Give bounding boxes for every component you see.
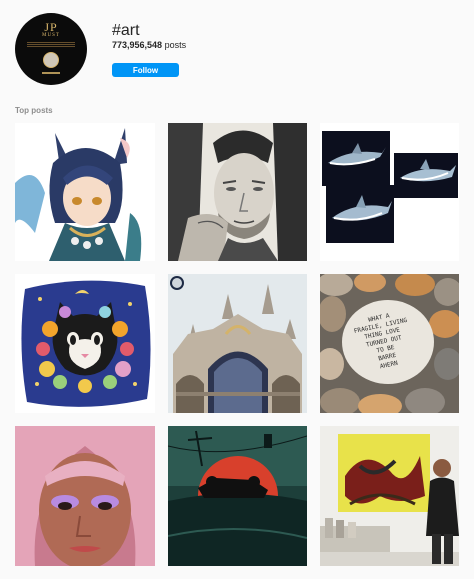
post-tile-3[interactable] — [320, 123, 459, 261]
post-tile-2[interactable] — [168, 123, 307, 261]
stone-inscription: WHAT A FRAGILE, LIVING THING LOVE TURNED… — [353, 312, 408, 371]
post-image-artist-painting — [320, 426, 459, 566]
post-image-sunset-car — [168, 426, 307, 566]
post-image-cathedral — [168, 274, 307, 413]
hashtag-avatar: JP MUST — [15, 13, 87, 85]
post-tile-4[interactable] — [15, 274, 155, 413]
avatar-signature — [42, 72, 60, 74]
post-image-anime-character — [15, 123, 155, 261]
post-count-number: 773,956,548 — [112, 40, 163, 50]
avatar-logo-sub: MUST — [42, 33, 60, 38]
post-image-makeup-portrait — [15, 426, 155, 566]
post-tile-9[interactable] — [320, 426, 459, 566]
avatar-portrait — [43, 52, 59, 68]
post-image-cat-illustration — [15, 274, 155, 413]
post-tile-7[interactable] — [15, 426, 155, 566]
post-tile-8[interactable] — [168, 426, 307, 566]
post-tile-5[interactable] — [168, 274, 307, 413]
post-count: 773,956,548 posts — [112, 40, 186, 50]
post-image-pencil-portrait — [168, 123, 307, 261]
follow-button[interactable]: Follow — [112, 63, 179, 77]
avatar-fine-print — [27, 42, 75, 48]
post-tile-1[interactable] — [15, 123, 155, 261]
post-tile-6[interactable]: WHAT A FRAGILE, LIVING THING LOVE TURNED… — [320, 274, 459, 413]
post-count-suffix: posts — [162, 40, 187, 50]
top-posts-heading: Top posts — [15, 106, 53, 115]
avatar-logo-text: JP — [44, 20, 58, 34]
hashtag-title: #art — [112, 22, 140, 39]
post-image-sharks — [320, 123, 459, 261]
